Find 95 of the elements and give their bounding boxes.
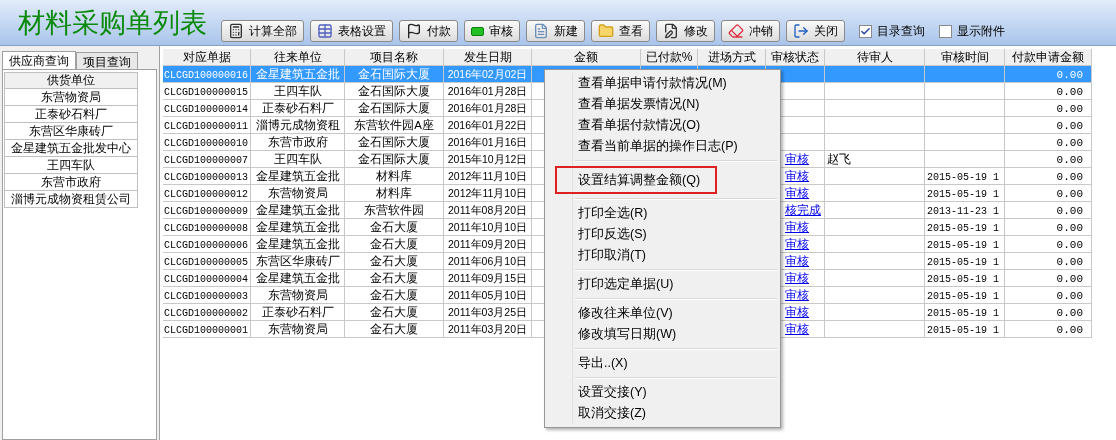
- table-cell: 金星建筑五金批: [255, 170, 340, 182]
- table-cell: 正泰砂石料厂: [261, 102, 334, 114]
- table-cell: 0.00: [1056, 120, 1083, 132]
- table-cell: 2015-05-19 1: [927, 172, 999, 183]
- table-cell: 2015-05-19 1: [927, 274, 999, 285]
- table-cell: 东营物资局: [267, 187, 328, 199]
- table-cell: 0.00: [1056, 69, 1083, 81]
- table-cell: 赵飞: [827, 153, 851, 165]
- table-cell: 0.00: [1056, 103, 1083, 115]
- table-cell: 2011年06月10日: [448, 255, 527, 267]
- table-cell: 2011年08月20日: [448, 204, 527, 216]
- table-cell: 金星建筑五金批: [255, 272, 340, 284]
- table-cell: 0.00: [1056, 154, 1083, 166]
- table-cell: 2012年11月10日: [448, 170, 527, 182]
- table-cell: 0.00: [1056, 307, 1083, 319]
- table-cell: 2015-05-19 1: [927, 240, 999, 251]
- table-cell: 0.00: [1056, 256, 1083, 268]
- table-cell: 2015-05-19 1: [927, 223, 999, 234]
- table-cell: 金石国际大厦: [358, 68, 430, 80]
- table-cell: 2011年05月10日: [448, 289, 527, 301]
- table-cell: 2015年10月12日: [447, 153, 528, 165]
- table-cell: 2016年01月16日: [447, 136, 528, 148]
- table-cell: 2015-05-19 1: [927, 291, 999, 302]
- table-cell: 2015-05-19 1: [927, 325, 999, 336]
- table-cell: 金星建筑五金批: [255, 68, 340, 80]
- table-cell: 2011年10月10日: [448, 221, 527, 233]
- table-cell: 2016年01月28日: [447, 102, 528, 114]
- table-cell: 东营区华康砖厂: [255, 255, 340, 267]
- table-cell: 王四车队: [273, 153, 322, 165]
- table-cell: 2011年09月20日: [448, 238, 527, 250]
- table-cell: 2015-05-19 1: [927, 189, 999, 200]
- table-cell: CLCGD100000016: [164, 70, 248, 81]
- table-cell: CLCGD100000008: [164, 223, 248, 234]
- table-cell: 金石国际大厦: [358, 102, 430, 114]
- table-cell: 2016年01月22日: [447, 119, 528, 131]
- table-cell: 0.00: [1056, 239, 1083, 251]
- table-cell: CLCGD100000014: [164, 104, 248, 115]
- table-cell: CLCGD100000007: [164, 155, 248, 166]
- table-cell: 金石大厦: [370, 255, 418, 267]
- table-cell: 东营物资局: [267, 289, 328, 301]
- table-cell: 0.00: [1056, 222, 1083, 234]
- table-cell: 东营软件园: [364, 204, 424, 216]
- table-cell: 2015-05-19 1: [927, 308, 999, 319]
- table-cell: CLCGD100000003: [164, 291, 248, 302]
- table-cell: 0.00: [1056, 188, 1083, 200]
- table-cell: 金石大厦: [370, 306, 418, 318]
- table-cell: 2011年09月15日: [448, 272, 527, 284]
- table-cell: CLCGD100000012: [164, 189, 248, 200]
- table-cell: 东营市政府: [267, 136, 328, 148]
- list-header: 供货单位: [4, 72, 138, 89]
- table-cell: 金星建筑五金批: [255, 204, 340, 216]
- table-cell: 金石大厦: [370, 323, 418, 335]
- table-cell: 正泰砂石料厂: [261, 306, 334, 318]
- table-cell: 金石国际大厦: [358, 153, 430, 165]
- table-cell: 王四车队: [273, 85, 322, 97]
- checkbox-label: 目录查询: [877, 23, 925, 40]
- table-cell: 金石大厦: [370, 238, 418, 250]
- table-cell: 2012年11月10日: [448, 187, 527, 199]
- table-cell: 2011年03月25日: [448, 306, 527, 318]
- table-cell: 2016年02月02日: [447, 68, 528, 80]
- table-cell: CLCGD100000010: [164, 138, 248, 149]
- page-title: 材料采购单列表: [18, 9, 207, 37]
- table-cell: 金石国际大厦: [358, 85, 430, 97]
- checkbox-label: 显示附件: [957, 23, 1005, 40]
- table-cell: CLCGD100000002: [164, 308, 248, 319]
- table-cell: 金星建筑五金批: [255, 221, 340, 233]
- table-cell: 2015-05-19 1: [927, 257, 999, 268]
- table-cell: 材料库: [376, 170, 412, 182]
- table-cell: 2016年01月28日: [447, 85, 528, 97]
- table-cell: 金石国际大厦: [358, 136, 430, 148]
- table-cell: CLCGD100000001: [164, 325, 248, 336]
- table-cell: 0.00: [1056, 137, 1083, 149]
- table-cell: CLCGD100000009: [164, 206, 248, 217]
- table-cell: 材料库: [376, 187, 412, 199]
- table-cell: 0.00: [1056, 324, 1083, 336]
- table-cell: 0.00: [1056, 273, 1083, 285]
- table-cell: 0.00: [1056, 205, 1083, 217]
- table-cell: 金石大厦: [370, 272, 418, 284]
- table-cell: CLCGD100000011: [164, 121, 248, 132]
- table-cell: 东营软件园A座: [354, 119, 434, 131]
- table-cell: 2011年03月20日: [448, 323, 527, 335]
- table-cell: 2013-11-23 1: [927, 206, 999, 217]
- table-cell: CLCGD100000013: [164, 172, 248, 183]
- table-cell: 金石大厦: [370, 221, 418, 233]
- table-cell: 金星建筑五金批: [255, 238, 340, 250]
- table-cell: 0.00: [1056, 86, 1083, 98]
- table-cell: 淄博元成物资租: [255, 119, 340, 131]
- table-cell: 金石大厦: [370, 289, 418, 301]
- table-cell: 0.00: [1056, 290, 1083, 302]
- table-cell: 0.00: [1056, 171, 1083, 183]
- table-cell: CLCGD100000004: [164, 274, 248, 285]
- table-cell: CLCGD100000015: [164, 87, 248, 98]
- table-cell: 东营物资局: [267, 323, 328, 335]
- table-cell: CLCGD100000006: [164, 240, 248, 251]
- table-cell: CLCGD100000005: [164, 257, 248, 268]
